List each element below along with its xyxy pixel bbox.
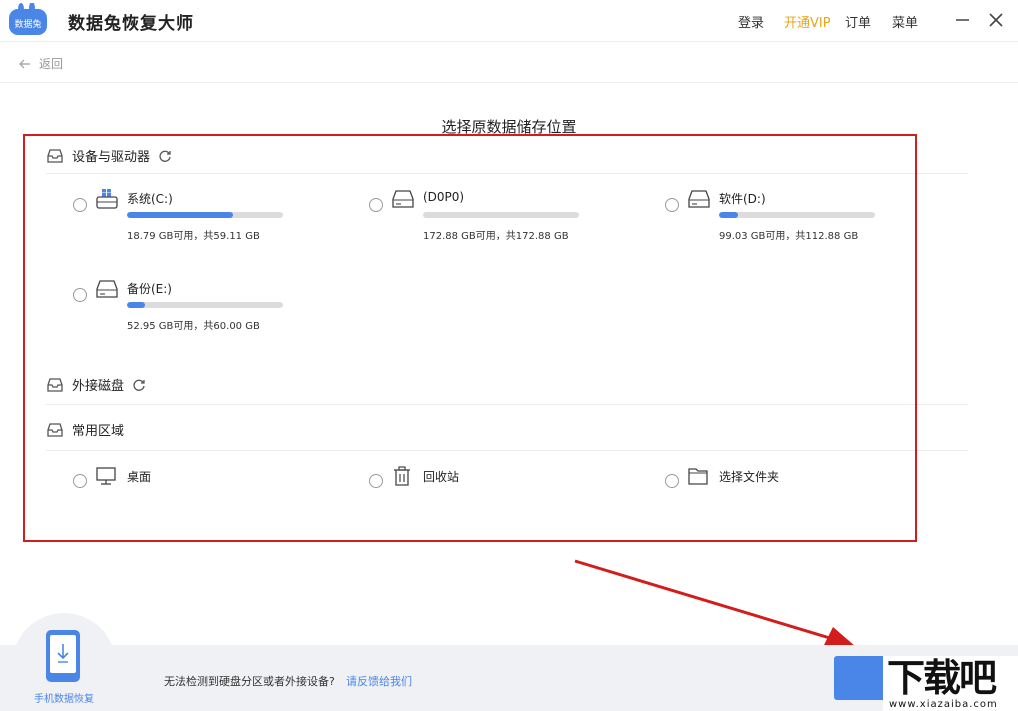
section-common: 常用区域 [46, 420, 124, 439]
watermark-title: 下载吧 [887, 656, 997, 700]
area-name: 桌面 [127, 470, 152, 484]
svg-text:数据兔: 数据兔 [14, 18, 41, 30]
area-name: 回收站 [423, 470, 460, 484]
drive-info: 99.03 GB可用，共112.88 GB [719, 231, 859, 242]
orders-link[interactable]: 订单 [845, 12, 871, 31]
login-link[interactable]: 登录 [738, 12, 764, 31]
vip-link[interactable]: 开通VIP [784, 12, 831, 31]
drive-name: 系统(C:) [127, 192, 173, 206]
close-button[interactable] [984, 8, 1008, 32]
inbox-icon [47, 148, 63, 163]
desktop-icon [96, 467, 116, 485]
drive-item[interactable]: 系统(C:) 18.79 GB可用，共59.11 GB [73, 189, 343, 258]
title-bar: 数据兔 数据兔恢复大师 登录 开通VIP 订单 菜单 [0, 0, 1018, 42]
drive-radio[interactable] [73, 288, 87, 302]
common-area-item[interactable]: 桌面 [73, 467, 343, 498]
back-button[interactable]: 返回 [18, 55, 63, 72]
divider [46, 404, 968, 405]
drive-item[interactable]: 备份(E:) 52.95 GB可用，共60.00 GB [73, 280, 343, 348]
section-common-label: 常用区域 [72, 424, 125, 439]
refresh-icon[interactable] [158, 149, 172, 163]
app-title: 数据兔恢复大师 [68, 14, 194, 34]
drive-item[interactable]: (D0P0) 172.88 GB可用，共172.88 GB [369, 190, 639, 258]
hard-drive-icon [392, 190, 414, 208]
drive-name: (D0P0) [423, 190, 465, 204]
drive-usage-bar [127, 302, 283, 308]
site-watermark: 下载吧 www.xiazaiba.com [883, 656, 1018, 711]
section-devices: 设备与驱动器 [46, 146, 172, 165]
section-external-label: 外接磁盘 [72, 379, 125, 394]
drive-name: 软件(D:) [719, 192, 766, 206]
inbox-icon [47, 377, 63, 392]
nav-bar: 返回 [0, 43, 1018, 83]
common-area-item[interactable]: 选择文件夹 [665, 468, 935, 498]
drive-radio[interactable] [369, 198, 383, 212]
drive-usage-fill [127, 212, 234, 218]
section-devices-label: 设备与驱动器 [72, 150, 151, 165]
drive-usage-fill [127, 302, 146, 308]
menu-link[interactable]: 菜单 [892, 12, 918, 31]
drive-info: 18.79 GB可用，共59.11 GB [127, 231, 260, 242]
drive-name: 备份(E:) [127, 282, 172, 296]
divider [46, 173, 968, 174]
drive-usage-fill [719, 212, 739, 218]
detection-hint: 无法检测到硬盘分区或者外接设备? [164, 675, 335, 688]
refresh-icon[interactable] [132, 378, 146, 392]
divider [46, 450, 968, 451]
section-external: 外接磁盘 [46, 375, 146, 394]
recycle-bin-icon [394, 466, 410, 486]
area-radio[interactable] [369, 474, 383, 488]
arrow-left-icon [19, 59, 30, 68]
area-name: 选择文件夹 [719, 470, 780, 484]
minimize-icon [956, 19, 969, 21]
phone-recovery-link[interactable]: 手机数据恢复 [20, 690, 108, 705]
inbox-icon [47, 422, 63, 437]
page-title: 选择原数据储存位置 [441, 118, 577, 136]
drive-item[interactable]: 软件(D:) 99.03 GB可用，共112.88 GB [665, 190, 935, 258]
minimize-button[interactable] [951, 8, 975, 32]
drive-usage-bar [719, 212, 875, 218]
area-radio[interactable] [73, 474, 87, 488]
drive-usage-bar [127, 212, 283, 218]
drive-info: 172.88 GB可用，共172.88 GB [423, 231, 569, 242]
hard-drive-icon [688, 190, 710, 208]
drive-radio[interactable] [73, 198, 87, 212]
windows-drive-icon [96, 189, 118, 209]
close-icon [989, 13, 1003, 27]
drive-radio[interactable] [665, 198, 679, 212]
folder-icon [688, 468, 708, 485]
app-logo: 数据兔 [9, 3, 47, 35]
back-label: 返回 [39, 57, 64, 71]
feedback-link[interactable]: 请反馈给我们 [346, 673, 412, 689]
common-area-item[interactable]: 回收站 [369, 466, 639, 498]
drive-usage-bar [423, 212, 579, 218]
hard-drive-icon [96, 280, 118, 298]
watermark-url: www.xiazaiba.com [889, 699, 998, 710]
area-radio[interactable] [665, 474, 679, 488]
phone-icon[interactable] [44, 628, 82, 684]
annotation-arrow [574, 559, 855, 647]
drive-info: 52.95 GB可用，共60.00 GB [127, 321, 260, 332]
